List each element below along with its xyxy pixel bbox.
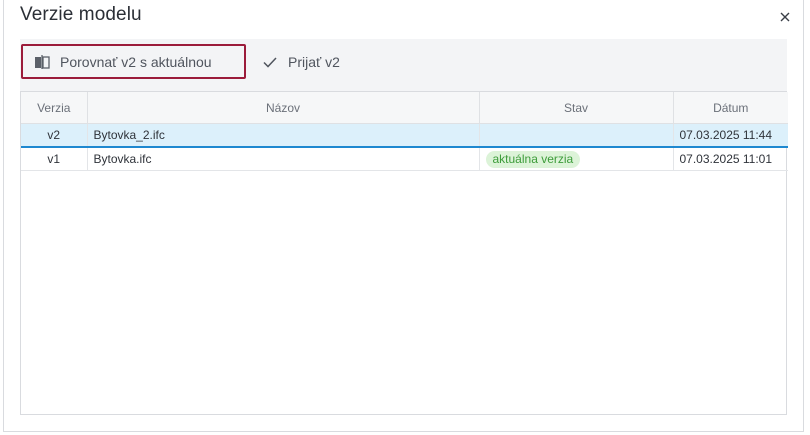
table-row[interactable]: v1 Bytovka.ifc aktuálna verzia 07.03.202… (21, 147, 788, 171)
checkmark-icon (262, 54, 278, 70)
close-icon[interactable] (777, 9, 793, 25)
table-header-row: Verzia Názov Stav Dátum (21, 92, 788, 124)
version-dialog: Verzie modelu Porovnať v2 s aktuálnou Pr… (3, 0, 804, 432)
cell-version: v1 (21, 147, 88, 171)
accept-button-label: Prijať v2 (288, 53, 340, 70)
cell-date: 07.03.2025 11:44 (673, 123, 788, 148)
toolbar: Porovnať v2 s aktuálnou Prijať v2 (20, 39, 787, 91)
versions-table: Verzia Názov Stav Dátum v2 Bytovka_2.ifc… (20, 91, 788, 415)
column-header-date[interactable]: Dátum (673, 92, 788, 124)
compare-button-label: Porovnať v2 s aktuálnou (60, 53, 212, 70)
table-row[interactable]: v2 Bytovka_2.ifc 07.03.2025 11:44 (21, 123, 788, 148)
cell-name: Bytovka.ifc (87, 147, 480, 171)
column-header-name[interactable]: Názov (87, 92, 480, 124)
dialog-title: Verzie modelu (20, 4, 142, 25)
column-header-status[interactable]: Stav (479, 92, 674, 124)
cell-date: 07.03.2025 11:01 (673, 147, 788, 171)
accept-button[interactable]: Prijať v2 (260, 44, 340, 79)
cell-version: v2 (21, 123, 88, 148)
column-header-version[interactable]: Verzia (21, 92, 88, 124)
cell-status (479, 123, 674, 148)
compare-icon (34, 54, 50, 70)
compare-button[interactable]: Porovnať v2 s aktuálnou (21, 44, 246, 79)
cell-name: Bytovka_2.ifc (87, 123, 480, 148)
cell-status: aktuálna verzia (479, 147, 674, 171)
status-badge: aktuálna verzia (485, 150, 581, 168)
